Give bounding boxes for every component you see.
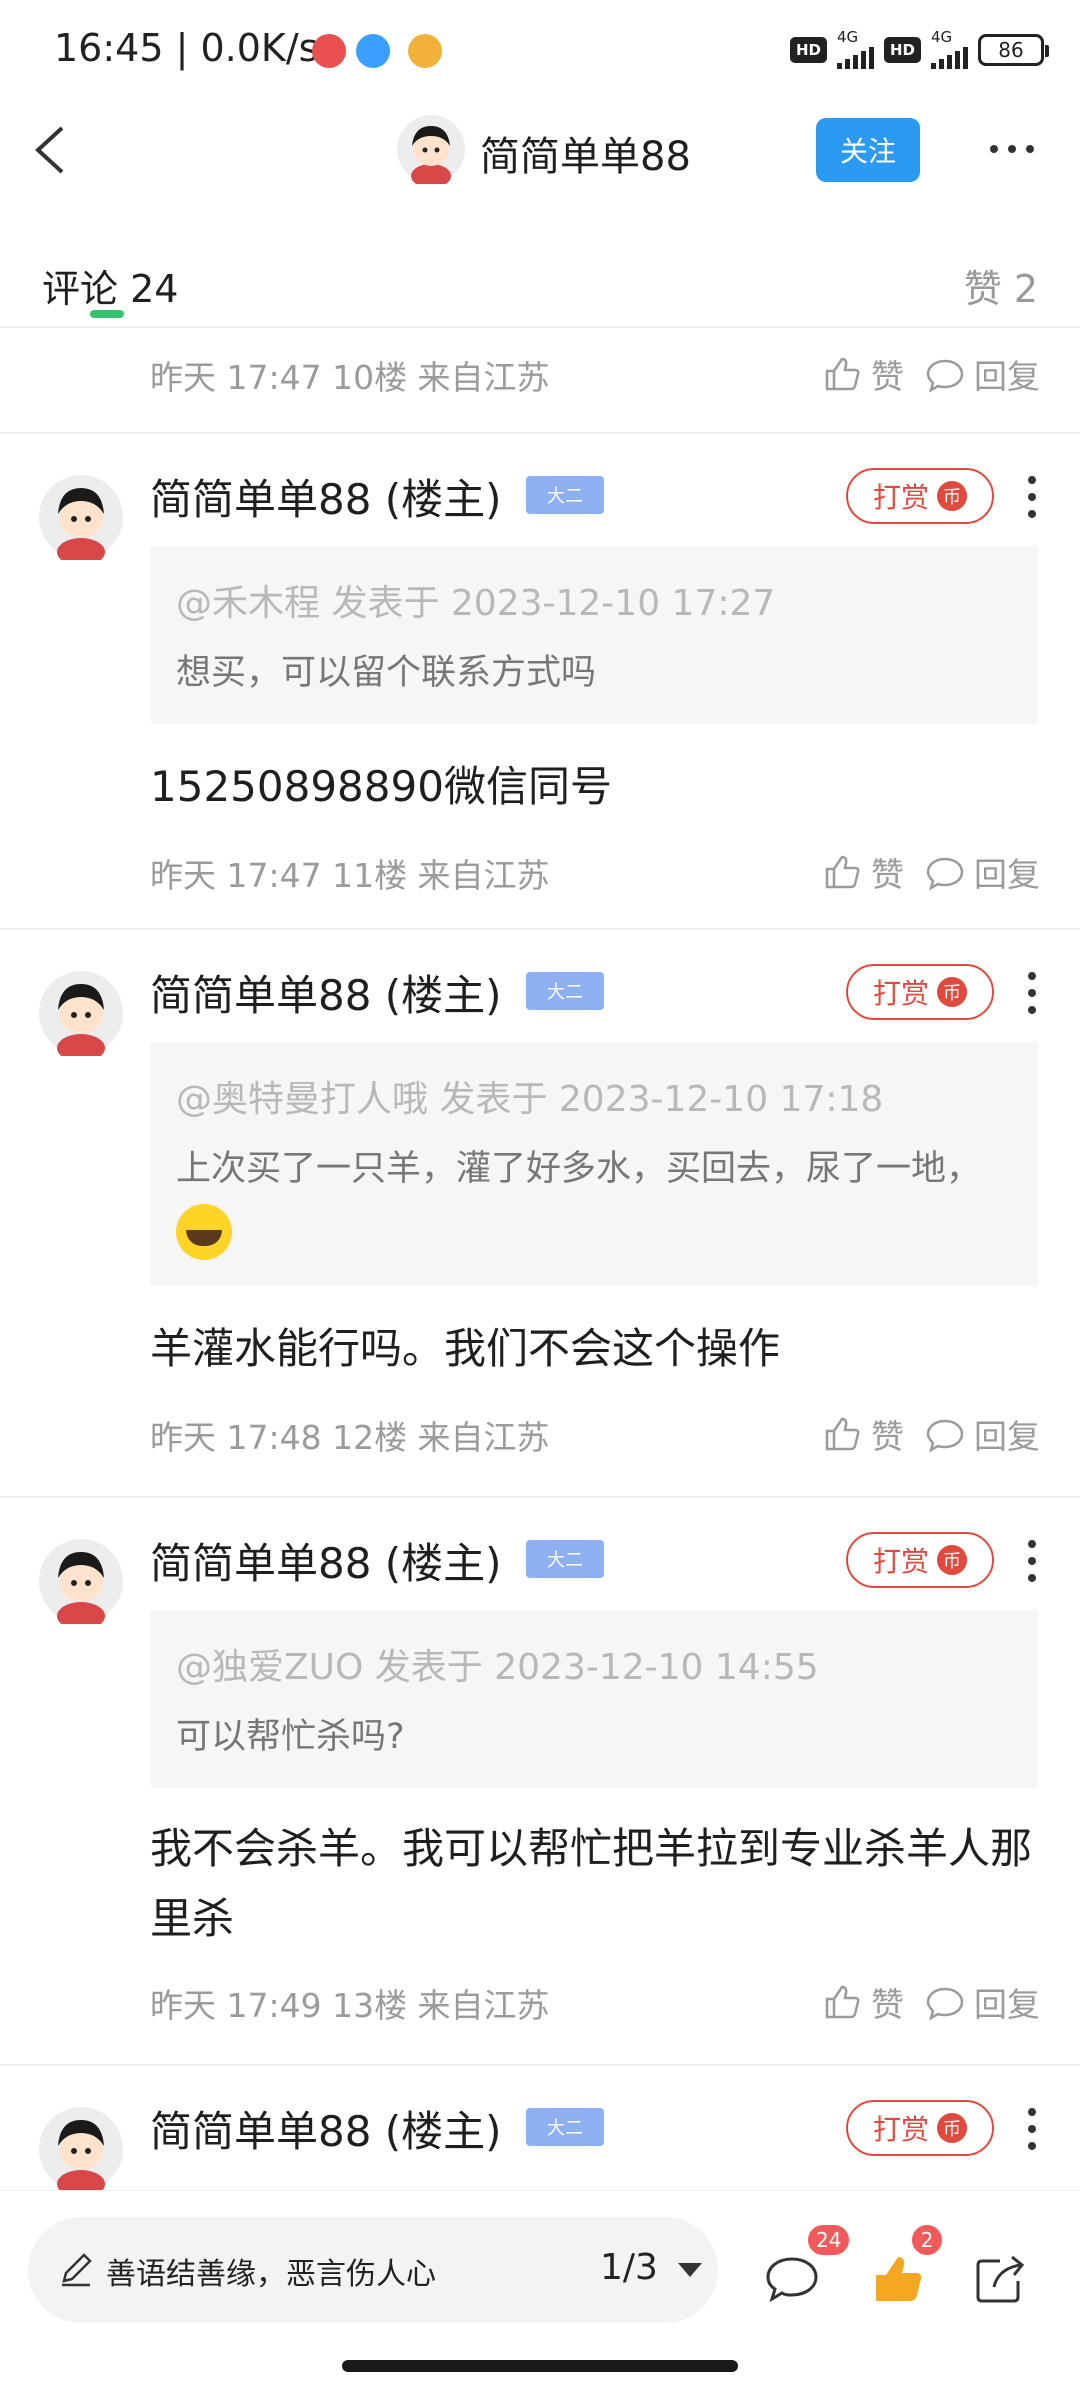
coin-icon: 币: [937, 2113, 967, 2143]
thumbs-up-icon[interactable]: [868, 2249, 928, 2309]
meta-text: 昨天 17:49 13楼 来自江苏: [150, 1986, 550, 2025]
comment-feed[interactable]: 昨天 17:47 10楼 来自江苏 赞 回复 简简单单88 (楼主) 大二 打赏…: [0, 330, 1080, 2190]
hd-icon: HD: [883, 36, 921, 63]
quoted-comment[interactable]: @奥特曼打人哦 发表于 2023-12-10 17:18 上次买了一只羊，灌了好…: [150, 1042, 1038, 1286]
comment-item: 简简单单88 (楼主) 大二 打赏 币 @独爱ZUO 发表于 2023-12-1…: [0, 1498, 1080, 2064]
pencil-icon: [62, 2253, 92, 2287]
tip-button[interactable]: 打赏 币: [846, 1532, 994, 1588]
meta-text: 昨天 17:47 10楼 来自江苏: [150, 358, 550, 397]
reply-button[interactable]: 回复: [924, 1410, 1040, 1458]
signal-icon: 4G: [931, 30, 968, 69]
tab-bar: 评论 24 赞 2: [0, 232, 1080, 328]
reply-button[interactable]: 回复: [924, 1978, 1040, 2026]
speech-bubble-icon: [926, 1987, 964, 2021]
comment-meta: 昨天 17:48 12楼 来自江苏 赞 回复: [150, 1410, 1040, 1460]
comment-text: 我不会杀羊。我可以帮忙把羊拉到专业杀羊人那里杀: [150, 1824, 1033, 1943]
active-tab-indicator: [90, 310, 124, 318]
quoted-comment[interactable]: @独爱ZUO 发表于 2023-12-10 14:55 可以帮忙杀吗?: [150, 1610, 1038, 1788]
meta-text: 昨天 17:47 11楼 来自江苏: [150, 856, 550, 895]
commenter-name[interactable]: 简简单单88 (楼主): [150, 962, 502, 1023]
back-icon[interactable]: [24, 120, 80, 180]
more-icon[interactable]: [986, 136, 1038, 162]
comment-item: 简简单单88 (楼主) 大二 打赏 币: [0, 2066, 1080, 2190]
quoted-comment[interactable]: @禾木程 发表于 2023-12-10 17:27 想买，可以留个联系方式吗: [150, 546, 1038, 724]
coin-icon: 币: [937, 481, 967, 511]
commenter-name[interactable]: 简简单单88 (楼主): [150, 1530, 502, 1591]
comment-item: 简简单单88 (楼主) 大二 打赏 币 @禾木程 发表于 2023-12-10 …: [0, 434, 1080, 928]
chat-app-icon: [408, 34, 442, 68]
laughing-crying-emoji-icon: [176, 1204, 232, 1260]
status-time: 16:45 | 0.0K/s: [54, 26, 319, 70]
avatar[interactable]: [38, 1538, 124, 1624]
like-button[interactable]: 赞: [821, 1978, 904, 2026]
battery-icon: 86: [978, 33, 1049, 66]
reply-button[interactable]: 回复: [924, 848, 1040, 896]
comment-input-placeholder: 善语结善缘，恶言伤人心: [106, 2257, 436, 2292]
avatar[interactable]: [38, 474, 124, 560]
comment-text: 15250898890微信同号: [150, 762, 612, 811]
comment-meta: 昨天 17:47 10楼 来自江苏 赞 回复: [150, 350, 1040, 400]
like-button[interactable]: 赞: [821, 848, 904, 896]
tip-button[interactable]: 打赏 币: [846, 2100, 994, 2156]
page-selector[interactable]: 1/3: [600, 2247, 658, 2288]
speech-bubble-icon: [926, 359, 964, 393]
avatar[interactable]: [38, 2106, 124, 2190]
caret-down-icon[interactable]: [678, 2263, 702, 2277]
tip-button[interactable]: 打赏 币: [846, 468, 994, 524]
hd-icon: HD: [789, 36, 827, 63]
thumbs-up-icon: [825, 855, 860, 889]
quote-header: @奥特曼打人哦 发表于 2023-12-10 17:18: [176, 1079, 884, 1120]
thumbs-up-icon: [825, 1985, 860, 2019]
header-username[interactable]: 简简单单88: [480, 124, 691, 182]
commenter-name[interactable]: 简简单单88 (楼主): [150, 466, 502, 527]
more-vertical-icon[interactable]: [1024, 970, 1040, 1016]
follow-button[interactable]: 关注: [816, 118, 920, 182]
coin-icon: 币: [937, 977, 967, 1007]
meta-text: 昨天 17:48 12楼 来自江苏: [150, 1418, 550, 1457]
thumbs-up-icon: [825, 1417, 860, 1451]
comment-text: 羊灌水能行吗。我们不会这个操作: [150, 1324, 781, 1373]
level-badge: 大二: [526, 972, 604, 1010]
level-badge: 大二: [526, 476, 604, 514]
speech-bubble-icon: [926, 857, 964, 891]
avatar[interactable]: [396, 114, 466, 184]
comment-input[interactable]: 善语结善缘，恶言伤人心 1/3: [28, 2217, 718, 2323]
quote-body: 可以帮忙杀吗?: [176, 1717, 405, 1757]
quote-body: 想买，可以留个联系方式吗: [176, 653, 597, 693]
home-indicator[interactable]: [342, 2360, 738, 2372]
quote-header: @禾木程 发表于 2023-12-10 17:27: [176, 583, 776, 624]
comment-icon[interactable]: [762, 2249, 822, 2309]
comment-item: 简简单单88 (楼主) 大二 打赏 币 @奥特曼打人哦 发表于 2023-12-…: [0, 930, 1080, 1496]
quote-body: 上次买了一只羊，灌了好多水，买回去，尿了一地，: [176, 1138, 1016, 1262]
coin-icon: 币: [937, 1545, 967, 1575]
more-vertical-icon[interactable]: [1024, 474, 1040, 520]
speech-bubble-icon: [926, 1419, 964, 1453]
more-vertical-icon[interactable]: [1024, 1538, 1040, 1584]
comment-meta: 昨天 17:49 13楼 来自江苏 赞 回复: [150, 1978, 1040, 2028]
thumbs-up-icon: [825, 357, 860, 391]
comment-count-badge: 24: [806, 2223, 852, 2257]
level-badge: 大二: [526, 2108, 604, 2146]
status-bar: 16:45 | 0.0K/s HD 4G HD 4G 86: [0, 0, 1080, 100]
notification-app-icon: [312, 34, 346, 68]
tab-likes[interactable]: 赞 2: [964, 258, 1038, 313]
level-badge: 大二: [526, 1540, 604, 1578]
like-count-badge: 2: [910, 2223, 944, 2257]
more-vertical-icon[interactable]: [1024, 2106, 1040, 2152]
tip-button[interactable]: 打赏 币: [846, 964, 994, 1020]
like-button[interactable]: 赞: [821, 350, 904, 398]
share-icon[interactable]: [970, 2249, 1030, 2309]
reply-button[interactable]: 回复: [924, 350, 1040, 398]
commenter-name[interactable]: 简简单单88 (楼主): [150, 2098, 502, 2159]
quote-header: @独爱ZUO 发表于 2023-12-10 14:55: [176, 1647, 819, 1688]
browser-app-icon: [356, 34, 390, 68]
like-button[interactable]: 赞: [821, 1410, 904, 1458]
tab-comments[interactable]: 评论 24: [42, 258, 178, 313]
avatar[interactable]: [38, 970, 124, 1056]
signal-icon: 4G: [836, 30, 874, 69]
comment-meta: 昨天 17:47 11楼 来自江苏 赞 回复: [150, 848, 1040, 898]
status-indicators: HD 4G HD 4G 86: [789, 30, 1049, 69]
top-nav: 简简单单88 关注: [0, 100, 1080, 200]
